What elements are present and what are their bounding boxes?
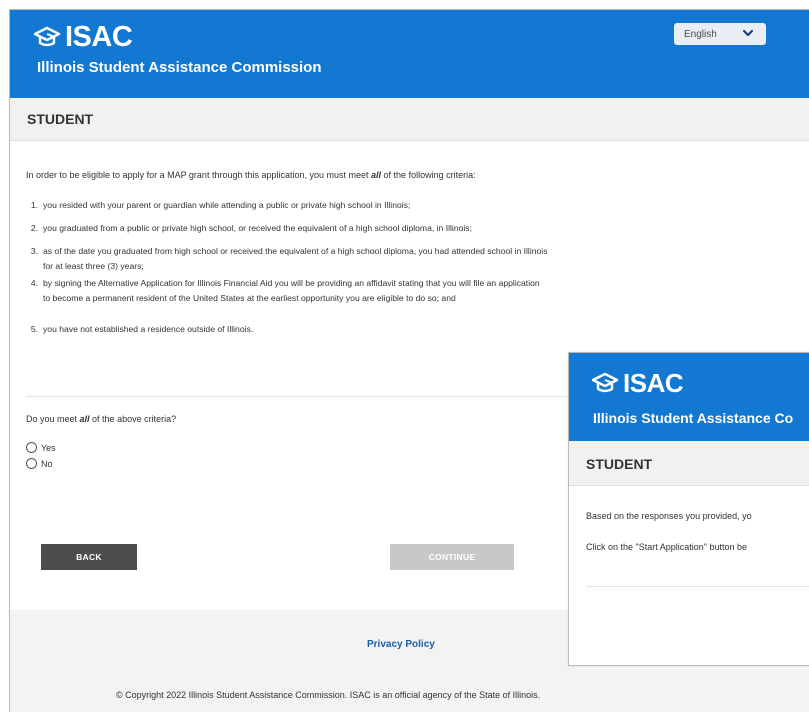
criteria-number: 5.	[30, 324, 38, 334]
language-value: English	[684, 28, 717, 40]
criteria-text: as of the date you graduated from high s…	[43, 244, 548, 274]
privacy-policy-link[interactable]: Privacy Policy	[367, 639, 435, 650]
criteria-line: you graduated from a public or private h…	[43, 223, 472, 233]
intro-post: of the following criteria:	[381, 170, 476, 180]
continue-button[interactable]: CONTINUE	[390, 544, 514, 570]
criteria-number: 3.	[30, 246, 38, 256]
criteria-number: 4.	[30, 278, 38, 288]
radio-yes[interactable]: Yes	[26, 442, 56, 453]
section-bar: STUDENT	[10, 98, 809, 141]
criteria-text: you have not established a residence out…	[43, 322, 253, 337]
radio-no-label: No	[41, 458, 53, 469]
criteria-number: 2.	[30, 223, 38, 233]
overlay-title: STUDENT	[586, 456, 653, 472]
question-post: of the above criteria?	[89, 414, 177, 424]
graduation-cap-icon	[33, 26, 61, 47]
criteria-line: you have not established a residence out…	[43, 324, 254, 334]
criteria-text: you graduated from a public or private h…	[43, 221, 472, 236]
page-title: STUDENT	[27, 111, 94, 127]
criteria-line: for at least three (3) years;	[43, 261, 144, 271]
criteria-line: by signing the Alternative Application f…	[43, 278, 540, 288]
intro-emphasis: all	[371, 170, 382, 180]
radio-no-circle[interactable]	[26, 458, 37, 469]
chevron-down-icon	[742, 29, 754, 37]
logo-text: ISAC	[65, 21, 133, 53]
question-pre: Do you meet	[26, 414, 80, 424]
criteria-text: you resided with your parent or guardian…	[43, 198, 410, 213]
language-select[interactable]: English	[674, 23, 766, 45]
overlay-org-name: Illinois Student Assistance Co	[593, 410, 794, 426]
graduation-cap-icon	[591, 372, 619, 393]
criteria-line: to become a permanent resident of the Un…	[43, 293, 456, 303]
criteria-line: you resided with your parent or guardian…	[43, 200, 411, 210]
overlay-message: Based on the responses you provided, yo	[586, 511, 752, 521]
org-name: Illinois Student Assistance Commission	[37, 59, 322, 76]
back-button[interactable]: BACK	[41, 544, 137, 570]
question-emphasis: all	[79, 414, 90, 424]
intro-text: In order to be eligible to apply for a M…	[26, 170, 476, 180]
intro-pre: In order to be eligible to apply for a M…	[26, 170, 372, 180]
radio-no[interactable]: No	[26, 458, 53, 469]
radio-yes-label: Yes	[41, 442, 56, 453]
overlay-section-bar: STUDENT	[569, 441, 809, 486]
overlay-isac-logo[interactable]: ISAC	[591, 368, 684, 398]
site-header: ISAC Illinois Student Assistance Commiss…	[10, 10, 809, 98]
overlay-instruction: Click on the "Start Application" button …	[586, 542, 747, 552]
overlay-card: ISAC Illinois Student Assistance Co STUD…	[568, 352, 809, 666]
overlay-header: ISAC Illinois Student Assistance Co	[569, 353, 809, 441]
radio-yes-circle[interactable]	[26, 442, 37, 453]
isac-logo[interactable]: ISAC	[33, 21, 133, 53]
overlay-logo-text: ISAC	[623, 368, 684, 398]
criteria-text: by signing the Alternative Application f…	[43, 276, 540, 306]
criteria-number: 1.	[30, 200, 38, 210]
overlay-divider	[586, 586, 809, 587]
criteria-question: Do you meet all of the above criteria?	[26, 414, 176, 424]
copyright-text: © Copyright 2022 Illinois Student Assist…	[116, 690, 541, 700]
criteria-line: as of the date you graduated from high s…	[43, 246, 548, 256]
